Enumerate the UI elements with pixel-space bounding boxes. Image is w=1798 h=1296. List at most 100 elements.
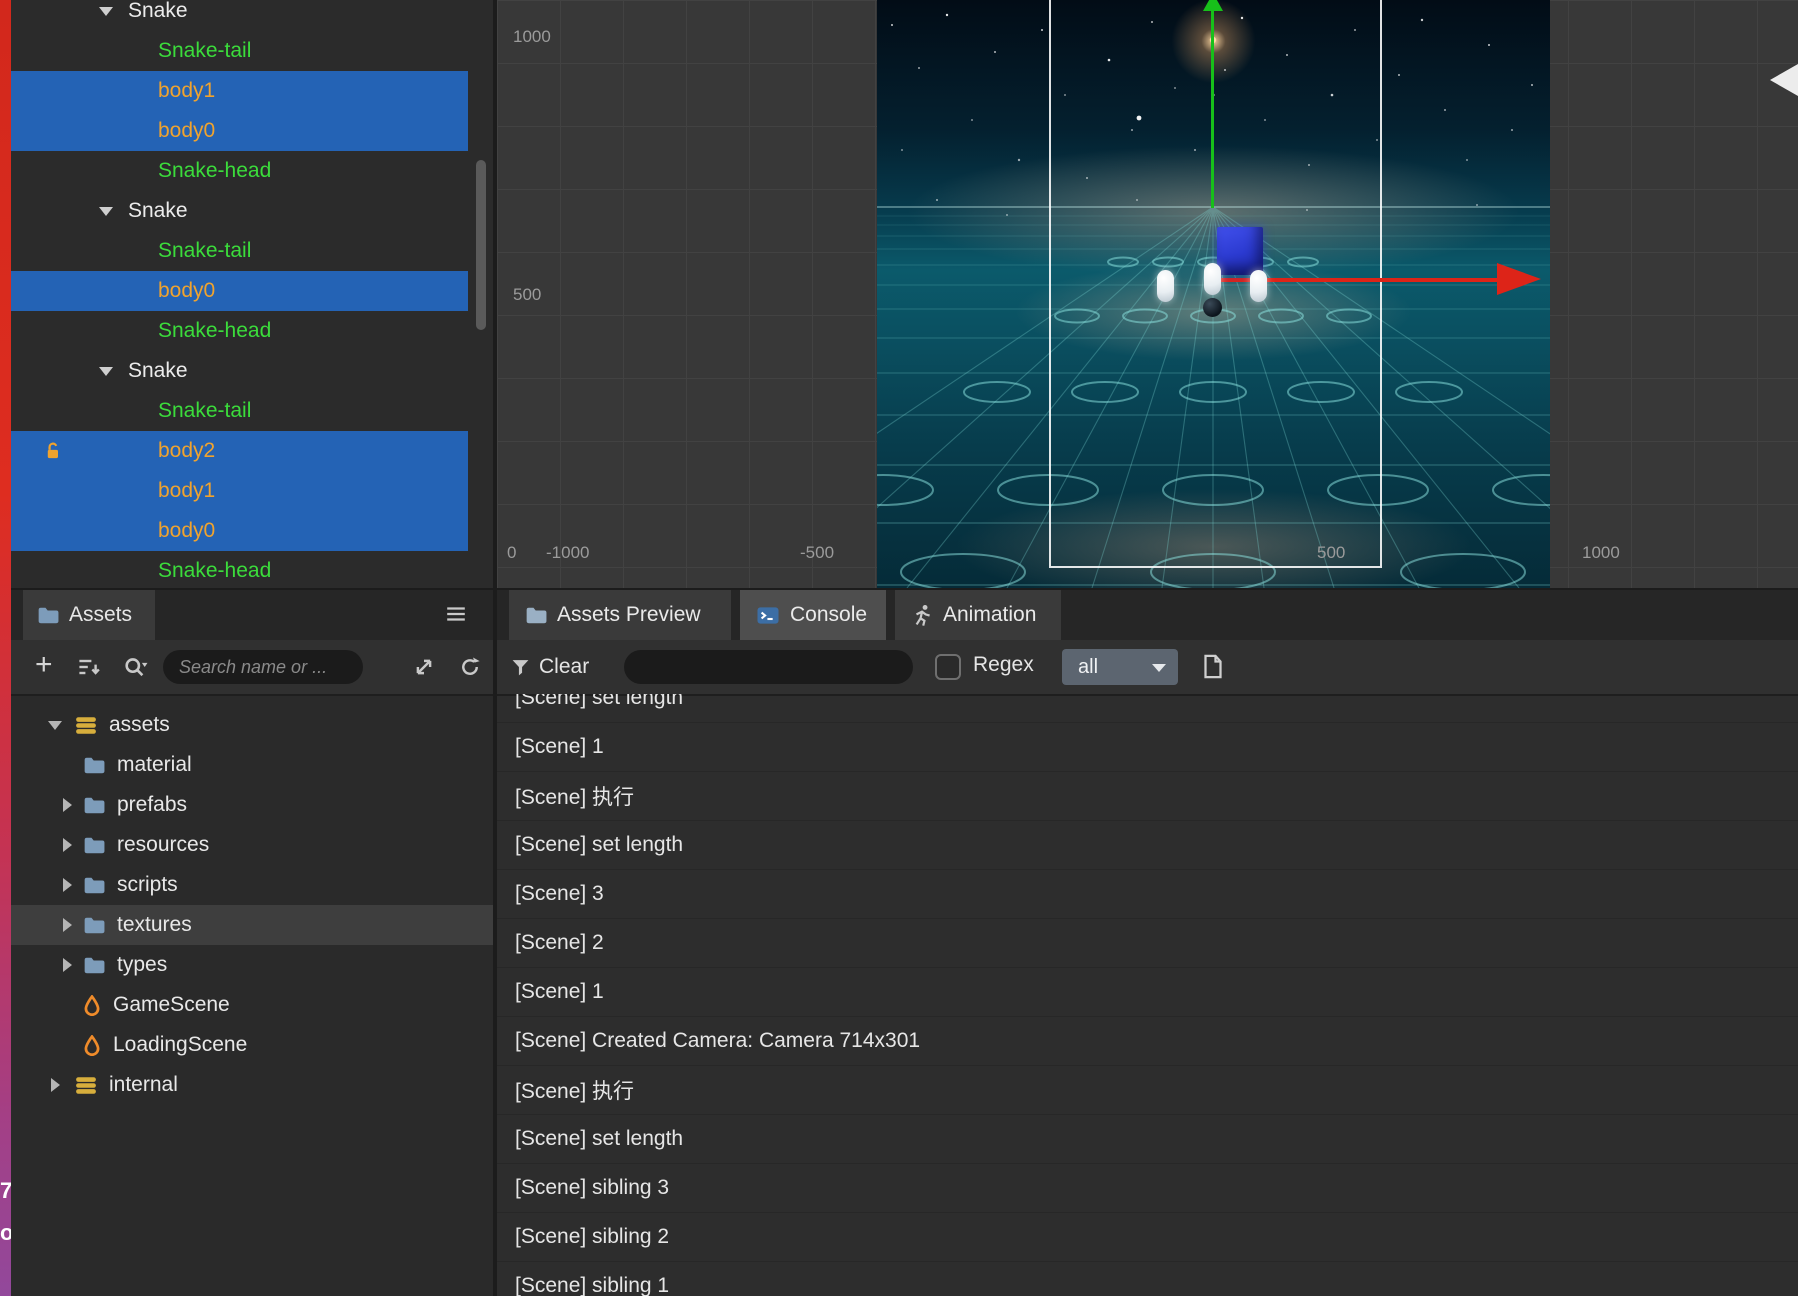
asset-node-loadingscene[interactable]: LoadingScene [11, 1025, 493, 1065]
asset-node-prefabs[interactable]: prefabs [11, 785, 493, 825]
snake-capsule-object[interactable] [1204, 263, 1221, 295]
console-log-row[interactable]: [Scene] set length [497, 821, 1798, 870]
ruler-label: 1000 [1582, 543, 1620, 562]
log-text: [Scene] sibling 1 [515, 1274, 670, 1296]
node-label: assets [109, 713, 170, 736]
hierarchy-panel: Snake Snake-tail body1 body0 Snake-head … [11, 0, 493, 588]
console-filter-input[interactable] [624, 650, 913, 684]
hierarchy-node-snake[interactable]: Snake [11, 191, 493, 231]
hierarchy-node-snake[interactable]: Snake [11, 351, 493, 391]
asset-search-input[interactable] [163, 650, 363, 684]
sort-icon[interactable] [77, 656, 101, 678]
collapse-arrow-icon[interactable] [99, 367, 113, 376]
console-log-row[interactable]: [Scene] Created Camera: Camera 714x301 [497, 1017, 1798, 1066]
refresh-icon[interactable] [459, 656, 481, 678]
asset-node-scripts[interactable]: scripts [11, 865, 493, 905]
hierarchy-node-body1[interactable]: body1 [11, 471, 493, 511]
snake-capsule-object[interactable] [1157, 270, 1174, 302]
log-text: [Scene] 1 [515, 735, 604, 758]
hierarchy-node-snake-tail[interactable]: Snake-tail [11, 31, 493, 71]
clipped-char: 7 [0, 1178, 11, 1203]
hierarchy-node-body1[interactable]: body1 [11, 71, 493, 111]
console-log-row[interactable]: [Scene] set length [497, 694, 1798, 723]
asset-node-resources[interactable]: resources [11, 825, 493, 865]
console-log-row[interactable]: [Scene] sibling 1 [497, 1262, 1798, 1296]
hierarchy-node-snake-tail[interactable]: Snake-tail [11, 391, 493, 431]
asset-node-textures[interactable]: textures [11, 905, 493, 945]
tab-assets-preview[interactable]: Assets Preview [509, 590, 731, 640]
clear-button[interactable]: Clear [511, 640, 589, 694]
expand-arrow-icon[interactable] [62, 918, 72, 932]
expand-all-icon[interactable] [413, 656, 435, 678]
y-axis-gizmo-arrow-icon[interactable] [1203, 0, 1223, 11]
asset-node-internal[interactable]: internal [11, 1065, 493, 1105]
hierarchy-scrollbar[interactable] [476, 160, 486, 330]
folder-icon [525, 605, 547, 626]
open-log-file-icon[interactable] [1203, 654, 1223, 679]
add-asset-button[interactable]: + [35, 648, 53, 682]
log-level-dropdown[interactable]: all [1062, 649, 1178, 685]
y-axis-gizmo-line[interactable] [1211, 0, 1214, 208]
tab-console[interactable]: Console [740, 590, 886, 640]
hierarchy-node-body2[interactable]: body2 [11, 431, 493, 471]
node-label: scripts [117, 873, 178, 896]
snake-capsule-object[interactable] [1250, 270, 1267, 302]
hierarchy-node-snake-head[interactable]: Snake-head [11, 311, 493, 351]
hierarchy-node-body0[interactable]: body0 [11, 111, 493, 151]
collapse-arrow-icon[interactable] [48, 720, 62, 730]
expand-arrow-icon[interactable] [62, 878, 72, 892]
assets-title: Assets [69, 603, 133, 626]
console-log-list[interactable]: [Scene] set length [Scene] 1 [Scene] 执行 … [497, 694, 1798, 1296]
asset-node-types[interactable]: types [11, 945, 493, 985]
ruler-label: -500 [800, 543, 835, 562]
collapse-arrow-icon[interactable] [99, 207, 113, 216]
dark-sphere-object[interactable] [1203, 298, 1222, 317]
console-log-row[interactable]: [Scene] 1 [497, 723, 1798, 772]
console-header: Assets Preview Console Animation [497, 590, 1798, 642]
tab-animation[interactable]: Animation [895, 590, 1061, 640]
tab-assets[interactable]: Assets [23, 590, 155, 640]
node-label: body2 [158, 439, 216, 462]
blue-cube-object[interactable] [1217, 227, 1263, 275]
hierarchy-node-snake-head[interactable]: Snake-head [11, 551, 493, 588]
clear-label: Clear [539, 655, 590, 678]
folder-icon [37, 605, 59, 626]
scene-file-icon [83, 995, 101, 1016]
terminal-icon [756, 605, 780, 626]
hierarchy-node-snake-tail[interactable]: Snake-tail [11, 231, 493, 271]
console-log-row[interactable]: [Scene] set length [497, 1115, 1798, 1164]
console-log-row[interactable]: [Scene] sibling 2 [497, 1213, 1798, 1262]
hierarchy-node-body0[interactable]: body0 [11, 271, 493, 311]
expand-arrow-icon[interactable] [62, 798, 72, 812]
expand-arrow-icon[interactable] [62, 838, 72, 852]
menu-icon[interactable] [445, 604, 467, 624]
log-text: [Scene] 2 [515, 931, 604, 954]
hierarchy-node-snake[interactable]: Snake [11, 0, 493, 31]
panel-collapse-arrow-icon[interactable] [1770, 64, 1798, 96]
x-axis-gizmo-arrow-icon[interactable] [1497, 263, 1541, 295]
hierarchy-node-snake-head[interactable]: Snake-head [11, 151, 493, 191]
hierarchy-node-body0[interactable]: body0 [11, 511, 493, 551]
console-log-row[interactable]: [Scene] 3 [497, 870, 1798, 919]
ruler-label: 0 [507, 543, 517, 562]
asset-node-assets[interactable]: assets [11, 705, 493, 745]
search-filter-icon[interactable] [123, 656, 149, 679]
scene-viewport[interactable]: 1000 500 0 -1000 -500 500 1000 [497, 0, 1798, 588]
console-log-row[interactable]: [Scene] 1 [497, 968, 1798, 1017]
left-edge-strip: 7 o [0, 0, 11, 1296]
console-log-row[interactable]: [Scene] 执行 [497, 772, 1798, 821]
node-label: body1 [158, 479, 216, 502]
asset-node-material[interactable]: material [11, 745, 493, 785]
regex-checkbox[interactable] [935, 654, 961, 680]
collapse-arrow-icon[interactable] [99, 7, 113, 16]
console-log-row[interactable]: [Scene] 2 [497, 919, 1798, 968]
unlock-icon[interactable] [44, 442, 64, 460]
log-text: [Scene] set length [515, 694, 684, 709]
console-panel: Assets Preview Console Animation Clear R… [497, 590, 1798, 1296]
expand-arrow-icon[interactable] [62, 958, 72, 972]
asset-node-gamescene[interactable]: GameScene [11, 985, 493, 1025]
console-log-row[interactable]: [Scene] 执行 [497, 1066, 1798, 1115]
console-log-row[interactable]: [Scene] sibling 3 [497, 1164, 1798, 1213]
expand-arrow-icon[interactable] [50, 1078, 60, 1092]
node-label: body0 [158, 279, 216, 302]
